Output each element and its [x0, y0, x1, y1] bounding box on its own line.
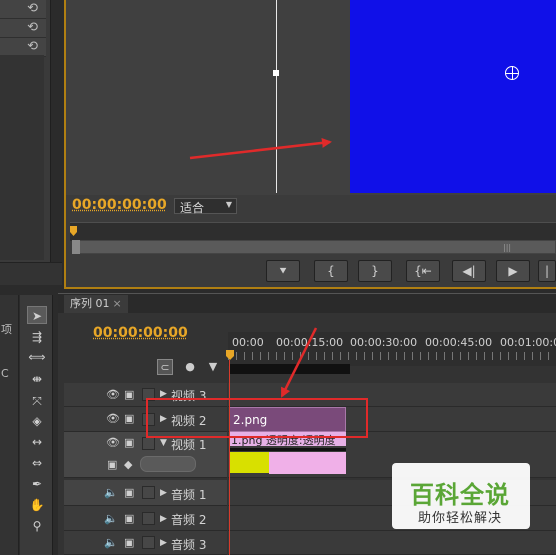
- sync-lock-toggle[interactable]: [142, 486, 155, 499]
- scrollbar-handle[interactable]: [72, 240, 80, 254]
- expand-triangle-icon[interactable]: ▶: [160, 538, 167, 548]
- work-area-bar[interactable]: [229, 364, 350, 374]
- mark-in-button[interactable]: {: [314, 260, 348, 282]
- tab-sequence-01[interactable]: 序列 01 ×: [64, 295, 128, 313]
- track-header-audio1: 🔈 ▣ ▶ 音频 1: [64, 480, 227, 506]
- ripple-edit-tool-icon[interactable]: ⟺: [27, 348, 47, 366]
- reset-icon[interactable]: ⟲: [27, 20, 38, 35]
- timeline-playhead-line: [229, 360, 230, 555]
- lock-track-icon[interactable]: ▣: [124, 536, 134, 549]
- sequence-timecode[interactable]: 00:00:00:00: [93, 325, 188, 341]
- effect-row: ⟲: [0, 0, 46, 19]
- expand-triangle-icon[interactable]: ▶: [160, 488, 167, 498]
- ruler-label: 00:01:00:00: [500, 336, 556, 349]
- program-frame-blue: [350, 0, 556, 193]
- track-name: 视频 1: [171, 438, 207, 452]
- lock-track-icon[interactable]: ▣: [124, 436, 134, 449]
- lock-track-icon[interactable]: ▣: [124, 486, 134, 499]
- set-encore-marker-icon[interactable]: ●: [182, 359, 198, 375]
- marker-icon[interactable]: ▼: [205, 359, 221, 375]
- eye-icon[interactable]: 👁: [106, 436, 120, 449]
- sequence-tab-bar: [58, 293, 556, 314]
- program-zoom-scrollbar[interactable]: |||: [72, 240, 556, 254]
- track-header-video1: 👁 ▣ ▼ 视频 1 ▣ ◆: [64, 432, 227, 478]
- razor-tool-icon[interactable]: ◈: [27, 412, 47, 430]
- effect-controls-panel: ⟲ ⟲ ⟲: [0, 0, 51, 262]
- play-button[interactable]: ▶: [496, 260, 530, 282]
- speaker-icon[interactable]: 🔈: [104, 486, 118, 499]
- track-name: 音频 3: [171, 538, 207, 552]
- sync-lock-toggle[interactable]: [142, 536, 155, 549]
- step-back-button[interactable]: ◀|: [452, 260, 486, 282]
- mark-out-button[interactable]: }: [358, 260, 392, 282]
- effect-controls-body: [0, 55, 44, 260]
- track-lane-audio3[interactable]: [228, 531, 556, 555]
- eye-icon[interactable]: 👁: [106, 388, 120, 401]
- collapse-triangle-icon[interactable]: ▼: [160, 438, 167, 448]
- rate-stretch-tool-icon[interactable]: ⤧: [27, 392, 47, 410]
- speaker-icon[interactable]: 🔈: [104, 512, 118, 525]
- keyframe-icon[interactable]: ◆: [124, 458, 132, 471]
- ruler-label: 00:00: [232, 336, 264, 349]
- ruler-label: 00:00:45:00: [425, 336, 493, 349]
- clip-body[interactable]: [269, 452, 346, 474]
- sync-lock-toggle[interactable]: [142, 437, 155, 450]
- track-header-audio3: 🔈 ▣ ▶ 音频 3: [64, 531, 227, 555]
- watermark-subtitle: 助你轻松解决: [418, 511, 503, 526]
- annotation-highlight-box: [146, 398, 368, 438]
- grip-icon: |||: [503, 243, 512, 252]
- watermark-title: 百科全说: [410, 481, 510, 509]
- lock-track-icon[interactable]: ▣: [124, 512, 134, 525]
- ruler-ticks: [228, 352, 556, 360]
- reset-icon[interactable]: ⟲: [27, 39, 38, 54]
- sync-lock-toggle[interactable]: [142, 512, 155, 525]
- display-style-icon[interactable]: ▣: [107, 458, 117, 471]
- opacity-keyframe-line[interactable]: [229, 448, 346, 451]
- reset-icon[interactable]: ⟲: [27, 1, 38, 16]
- clip-thumbnail: [229, 452, 269, 473]
- program-time-ruler[interactable]: [70, 222, 556, 241]
- edge-label: 项: [1, 323, 12, 336]
- step-forward-button[interactable]: |: [538, 260, 556, 282]
- keyframe-navigator[interactable]: [140, 456, 196, 472]
- snap-icon[interactable]: ⊂: [157, 359, 173, 375]
- ruler-label: 00:00:15:00: [276, 336, 344, 349]
- add-marker-button[interactable]: ⯆: [266, 260, 300, 282]
- speaker-icon[interactable]: 🔈: [104, 536, 118, 549]
- ruler-label: 00:00:30:00: [350, 336, 418, 349]
- pen-tool-icon[interactable]: ✒: [27, 475, 47, 493]
- go-to-in-button[interactable]: {⇤: [406, 260, 440, 282]
- fit-dropdown-value: 适合: [180, 201, 205, 215]
- project-panel-edge: 项 C: [0, 295, 19, 555]
- track-select-tool-icon[interactable]: ⇶: [27, 328, 47, 346]
- lock-track-icon[interactable]: ▣: [124, 388, 134, 401]
- program-timecode[interactable]: 00:00:00:00: [72, 197, 167, 213]
- track-name: 音频 2: [171, 513, 207, 527]
- hand-tool-icon[interactable]: ✋: [27, 496, 47, 514]
- expand-triangle-icon[interactable]: ▶: [160, 514, 167, 524]
- eye-icon[interactable]: 👁: [106, 412, 120, 425]
- selection-tool-icon[interactable]: ➤: [27, 306, 47, 324]
- tab-label: 序列 01: [70, 297, 110, 310]
- motion-path-line: [276, 0, 277, 193]
- track-name: 音频 1: [171, 488, 207, 502]
- rolling-edit-tool-icon[interactable]: ⇼: [27, 370, 47, 388]
- effect-row: ⟲: [0, 19, 46, 38]
- track-header-audio2: 🔈 ▣ ▶ 音频 2: [64, 506, 227, 531]
- crosshair-icon[interactable]: [505, 66, 519, 80]
- slide-tool-icon[interactable]: ⇔: [27, 454, 47, 472]
- slip-tool-icon[interactable]: ↔: [27, 433, 47, 451]
- effect-controls-footer: [0, 262, 62, 285]
- edge-label: C: [1, 367, 9, 380]
- close-icon[interactable]: ×: [113, 297, 122, 310]
- lock-track-icon[interactable]: ▣: [124, 412, 134, 425]
- fit-dropdown[interactable]: 适合 ▼: [174, 198, 237, 215]
- zoom-tool-icon[interactable]: ⚲: [27, 517, 47, 535]
- motion-anchor-handle[interactable]: [273, 70, 279, 76]
- chevron-down-icon: ▼: [225, 200, 232, 209]
